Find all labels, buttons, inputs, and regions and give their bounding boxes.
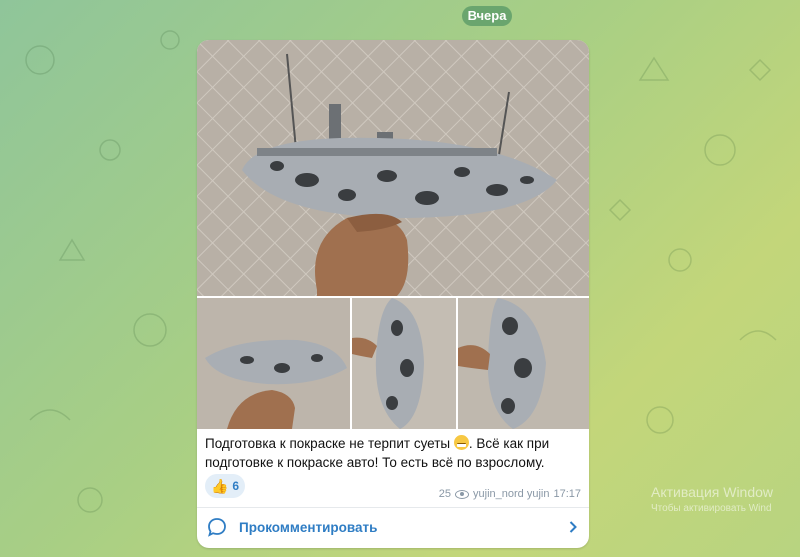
post-photo-2[interactable] bbox=[197, 298, 350, 429]
post-meta: 25 yujin_nord yujin 17:17 bbox=[439, 488, 581, 500]
submarine-model-photo bbox=[197, 40, 589, 296]
windows-activation-watermark: Активация Window Чтобы активировать Wind bbox=[651, 484, 773, 514]
comment-button[interactable]: Прокомментировать bbox=[197, 508, 589, 548]
reaction-thumbs-up[interactable]: 👍 6 bbox=[205, 474, 245, 498]
submarine-top-photo bbox=[352, 298, 456, 429]
post-photo-main[interactable] bbox=[197, 40, 589, 296]
post-author: yujin_nord yujin bbox=[473, 488, 550, 500]
grinning-face-emoji-icon bbox=[453, 435, 469, 450]
eye-icon bbox=[455, 489, 470, 499]
view-count: 25 bbox=[438, 488, 452, 500]
date-chip[interactable]: Вчера bbox=[462, 6, 512, 26]
submarine-side-photo bbox=[197, 298, 350, 429]
submarine-front-photo bbox=[458, 298, 589, 429]
channel-post-bubble: Подготовка к покраске не терпит суеты . … bbox=[197, 40, 589, 548]
post-photo-3[interactable] bbox=[352, 298, 456, 429]
reaction-count: 6 bbox=[232, 479, 240, 493]
post-time: 17:17 bbox=[553, 488, 581, 500]
caption-text-1: Подготовка к покраске не терпит суеты bbox=[205, 436, 454, 451]
watermark-title: Активация Window bbox=[651, 484, 774, 500]
comment-bubble-icon bbox=[208, 518, 226, 537]
comment-label: Прокомментировать bbox=[239, 520, 378, 535]
post-caption: Подготовка к покраске не терпит суеты . … bbox=[205, 434, 583, 472]
post-photo-4[interactable] bbox=[458, 298, 589, 429]
chevron-right-icon bbox=[569, 521, 577, 533]
watermark-subtitle: Чтобы активировать Wind bbox=[651, 503, 772, 514]
thumbs-up-icon: 👍 bbox=[210, 478, 229, 494]
